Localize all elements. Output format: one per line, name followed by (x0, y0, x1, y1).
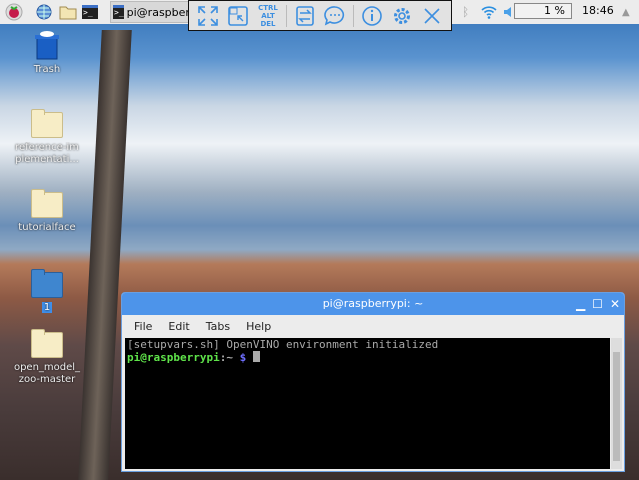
browser-globe-icon[interactable] (34, 2, 54, 22)
close-icon (424, 7, 440, 24)
info-icon (362, 5, 382, 26)
gear-icon (394, 7, 410, 24)
scale-button[interactable] (223, 2, 253, 30)
close-button[interactable] (417, 2, 447, 30)
ctrl-alt-del-label: CTRL ALT DEL (258, 3, 278, 28)
task-label: pi@raspberrypi: ~ (126, 5, 191, 19)
trash-icon (35, 31, 59, 60)
icon-label: open_model_zoo-master (13, 362, 81, 385)
ctrl-alt-del-button[interactable]: CTRL ALT DEL (253, 2, 283, 30)
cpu-monitor: 1 % (514, 3, 572, 19)
scrollbar[interactable] (611, 338, 622, 469)
clock[interactable]: 18:46 (582, 4, 614, 17)
terminal-window: pi@raspberrypi: ~ ▁ ☐ ✕ File Edit Tabs Hel… (121, 292, 625, 472)
wifi-icon[interactable] (481, 0, 497, 24)
folder-icon (31, 269, 63, 298)
terminal-titlebar[interactable]: pi@raspberrypi: ~ ▁ ☐ ✕ (122, 293, 624, 315)
maximize-icon[interactable]: ☐ (592, 293, 603, 315)
taskbar-terminal-task[interactable]: >_pi@raspberrypi: ~ (110, 1, 192, 23)
vnc-toolbar: CTRL ALT DEL (188, 0, 452, 31)
terminal-icon: >_ (113, 5, 124, 19)
prompt-path: :~ (219, 351, 240, 364)
prompt-user: pi@raspberrypi (127, 351, 220, 364)
desktop-icon-tutorialface[interactable]: tutorialface (7, 189, 87, 234)
desktop-icon-reference-implementation[interactable]: reference-implementati... (7, 109, 87, 166)
terminal-output[interactable]: [setupvars.sh] OpenVINO environment init… (125, 338, 610, 469)
folder-icon (31, 329, 63, 358)
icon-label: tutorialface (18, 222, 76, 233)
folder-icon (31, 189, 63, 218)
toolbar-divider (286, 4, 287, 27)
raspberry-menu-icon[interactable] (4, 2, 24, 22)
menu-edit[interactable]: Edit (160, 320, 197, 333)
info-button[interactable] (357, 2, 387, 30)
terminal-launcher-icon[interactable]: >_ (80, 2, 100, 22)
minimize-icon[interactable]: ▁ (576, 293, 585, 315)
icon-label: Trash (33, 64, 61, 75)
transfer-icon (296, 5, 314, 26)
chat-button[interactable] (320, 2, 350, 30)
folder-icon (31, 109, 63, 138)
prompt-symbol: $ (239, 351, 247, 364)
eject-icon[interactable]: ▲ (622, 0, 630, 24)
menu-file[interactable]: File (126, 320, 160, 333)
prompt-line: pi@raspberrypi:~ $ (127, 351, 608, 364)
fullscreen-button[interactable] (193, 2, 223, 30)
desktop-icon-open-model-zoo[interactable]: open_model_zoo-master (7, 329, 87, 386)
file-transfer-button[interactable] (290, 2, 320, 30)
close-icon[interactable]: ✕ (610, 293, 620, 315)
toolbar-divider (353, 4, 354, 27)
desktop-icon-1-selected[interactable]: 1 (7, 269, 87, 314)
scrollbar-thumb[interactable] (613, 352, 620, 461)
settings-button[interactable] (387, 2, 417, 30)
icon-label: reference-implementati... (15, 142, 79, 165)
bluetooth-icon[interactable]: ᛒ (462, 0, 469, 24)
desktop-icon-trash[interactable]: Trash (7, 30, 87, 76)
file-manager-icon[interactable] (58, 2, 78, 22)
menu-bar: File Edit Tabs Help (122, 315, 624, 337)
menu-tabs[interactable]: Tabs (198, 320, 238, 333)
icon-label: 1 (41, 302, 53, 313)
window-title: pi@raspberrypi: ~ (322, 297, 424, 310)
cursor (252, 351, 260, 362)
output-line: [setupvars.sh] OpenVINO environment init… (127, 338, 439, 351)
menu-help[interactable]: Help (238, 320, 279, 333)
scale-icon (228, 5, 248, 26)
expand-icon (198, 5, 218, 26)
chat-icon (324, 5, 345, 25)
